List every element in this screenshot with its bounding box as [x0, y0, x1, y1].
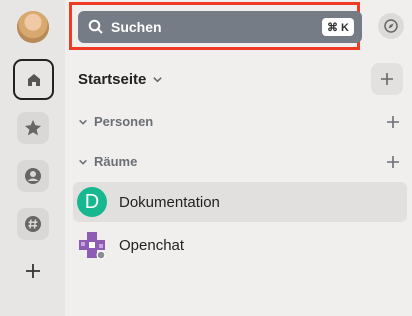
keyboard-shortcut-badge: ⌘ K	[322, 18, 354, 36]
room-name: Dokumentation	[119, 193, 220, 211]
favourites-button[interactable]	[17, 112, 49, 144]
room-avatar: D	[77, 187, 107, 217]
room-item[interactable]: D Dokumentation	[73, 182, 407, 222]
add-button[interactable]	[371, 63, 403, 95]
compass-icon	[384, 19, 398, 33]
section-label: Räume	[94, 154, 138, 169]
chevron-down-icon	[153, 77, 163, 83]
openchat-logo-icon	[79, 232, 106, 260]
room-avatar	[77, 230, 107, 260]
chevron-down-icon	[79, 119, 87, 125]
add-room-icon[interactable]	[386, 155, 400, 169]
user-avatar[interactable]	[17, 11, 49, 43]
create-space-icon[interactable]	[23, 261, 43, 281]
add-person-icon[interactable]	[386, 115, 400, 129]
home-header[interactable]: Startseite	[78, 71, 163, 88]
people-button[interactable]	[17, 160, 49, 192]
room-name: Openchat	[119, 236, 185, 254]
search-button[interactable]: Suchen ⌘ K	[78, 11, 362, 43]
plus-icon	[381, 73, 393, 85]
hash-icon	[25, 216, 41, 232]
room-item[interactable]: Openchat	[73, 225, 407, 265]
home-button[interactable]	[13, 59, 54, 100]
rooms-button[interactable]	[17, 208, 49, 240]
search-label: Suchen	[111, 19, 162, 35]
chevron-down-icon	[79, 159, 87, 165]
section-label: Personen	[94, 114, 154, 129]
person-circle-icon	[25, 168, 41, 184]
home-icon	[27, 73, 40, 86]
section-personen[interactable]: Personen	[78, 114, 153, 129]
home-title: Startseite	[78, 71, 147, 88]
explore-rooms-button[interactable]	[378, 13, 404, 39]
section-raeume[interactable]: Räume	[78, 154, 137, 169]
search-icon	[88, 19, 103, 34]
star-icon	[24, 119, 42, 136]
